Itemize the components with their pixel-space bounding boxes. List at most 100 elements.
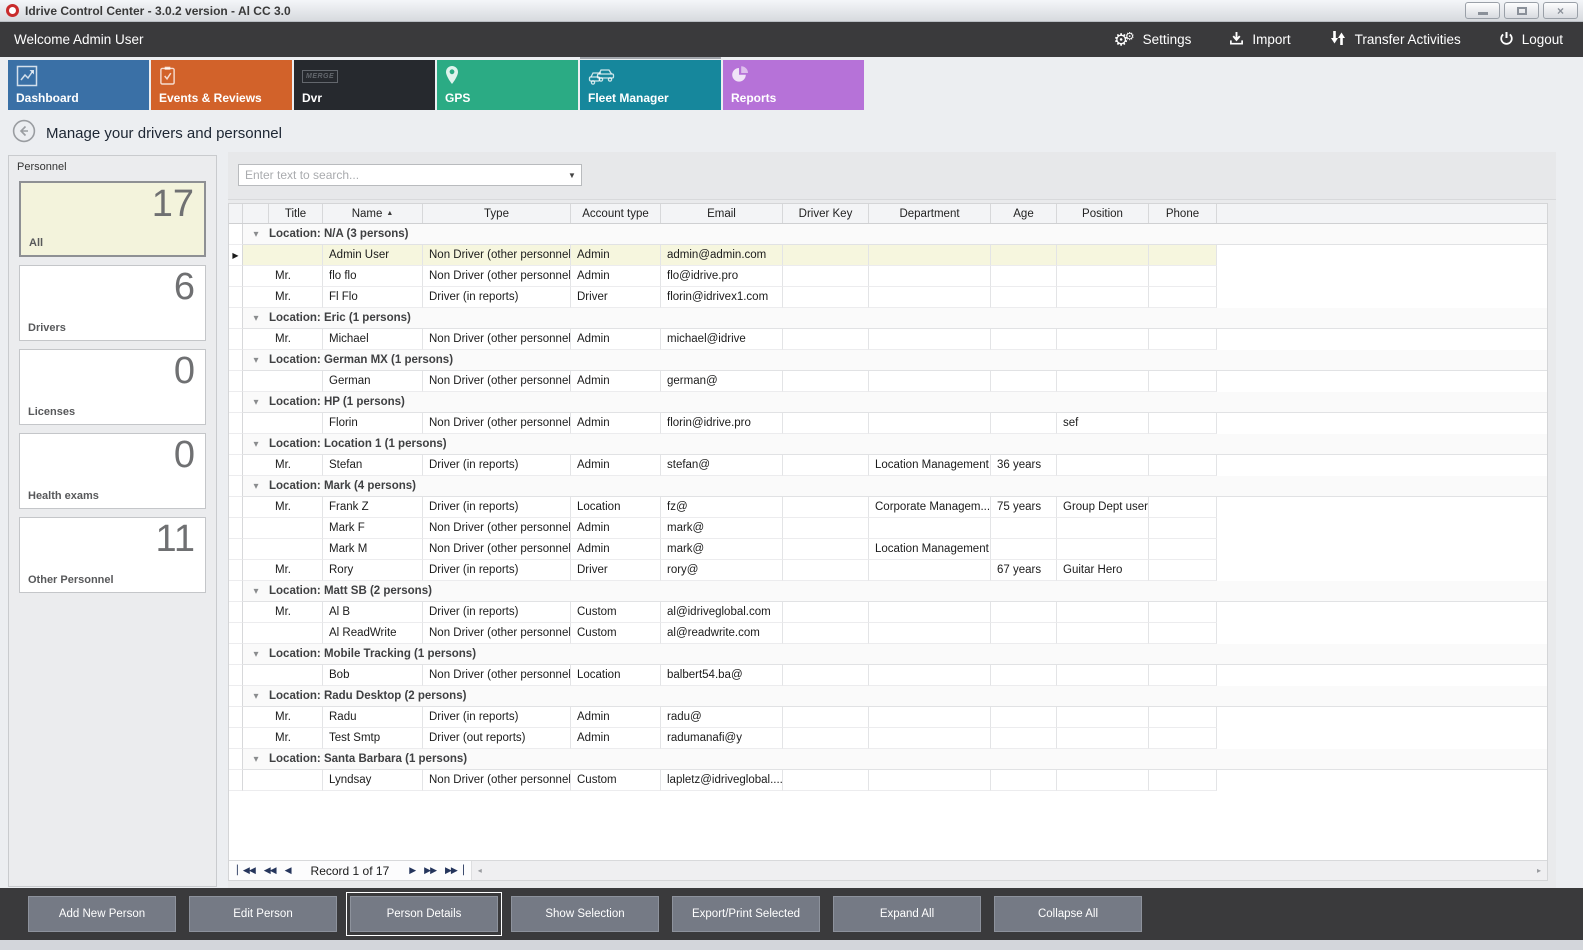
column-header-driver-key[interactable]: Driver Key bbox=[783, 204, 869, 223]
edit-person-button[interactable]: Edit Person bbox=[189, 896, 337, 932]
table-row[interactable]: Mark FNon Driver (other personnel)Adminm… bbox=[229, 518, 1547, 539]
collapse-icon[interactable]: ▾ bbox=[243, 439, 269, 450]
show-selection-button[interactable]: Show Selection bbox=[511, 896, 659, 932]
table-row[interactable]: Mr.RaduDriver (in reports)Adminradu@ bbox=[229, 707, 1547, 728]
nav-next-icon[interactable]: ▶ bbox=[409, 865, 415, 876]
group-row[interactable]: ▾Location: Eric (1 persons) bbox=[229, 308, 1547, 329]
scroll-right-icon[interactable]: ▸ bbox=[1531, 861, 1547, 880]
cell-email: radu@ bbox=[661, 707, 783, 728]
column-header-type[interactable]: Type bbox=[423, 204, 571, 223]
maximize-button[interactable] bbox=[1504, 2, 1539, 19]
group-row[interactable]: ▾Location: Matt SB (2 persons) bbox=[229, 581, 1547, 602]
expand-all-button[interactable]: Expand All bbox=[833, 896, 981, 932]
group-row[interactable]: ▾Location: Mark (4 persons) bbox=[229, 476, 1547, 497]
column-header-title[interactable]: Title bbox=[269, 204, 323, 223]
table-row[interactable]: Mr.Test SmtpDriver (out reports)Adminrad… bbox=[229, 728, 1547, 749]
column-header-phone[interactable]: Phone bbox=[1149, 204, 1217, 223]
person-details-button[interactable]: Person Details bbox=[350, 896, 498, 932]
table-row[interactable]: FlorinNon Driver (other personnel)Adminf… bbox=[229, 413, 1547, 434]
cell-account-type: Location bbox=[571, 497, 661, 518]
table-row[interactable]: GermanNon Driver (other personnel)Adming… bbox=[229, 371, 1547, 392]
collapse-icon[interactable]: ▾ bbox=[243, 481, 269, 492]
nav-prev-page-icon[interactable]: ◀◀ bbox=[264, 865, 276, 876]
search-input[interactable] bbox=[239, 168, 563, 182]
nav-last-icon[interactable]: ▶▶▕ bbox=[445, 865, 463, 876]
cell-department bbox=[869, 329, 991, 350]
table-row[interactable]: Mr.MichaelNon Driver (other personnel)Ad… bbox=[229, 329, 1547, 350]
column-header-email[interactable]: Email bbox=[661, 204, 783, 223]
cell-position: Group Dept user bbox=[1057, 497, 1149, 518]
card-count: 11 bbox=[156, 518, 195, 561]
minimize-button[interactable] bbox=[1465, 2, 1500, 19]
table-row[interactable]: Mr.Fl FloDriver (in reports)Driverflorin… bbox=[229, 287, 1547, 308]
footer-button-bar: Add New Person Edit Person Person Details S… bbox=[0, 888, 1583, 940]
table-row[interactable]: Mr.flo floNon Driver (other personnel)Ad… bbox=[229, 266, 1547, 287]
cell-phone bbox=[1149, 413, 1217, 434]
transfer-activities-action[interactable]: Transfer Activities bbox=[1329, 30, 1461, 49]
table-row[interactable]: Mr.Frank ZDriver (in reports)Locationfz@… bbox=[229, 497, 1547, 518]
settings-action[interactable]: ⚙⚙Settings bbox=[1114, 30, 1192, 49]
nav-tile-events-reviews[interactable]: Events & Reviews bbox=[151, 60, 292, 110]
app-window: Idrive Control Center - 3.0.2 version - … bbox=[0, 0, 1583, 950]
column-header-age[interactable]: Age bbox=[991, 204, 1057, 223]
table-row[interactable]: ▶Admin UserNon Driver (other personnel)A… bbox=[229, 245, 1547, 266]
collapse-icon[interactable]: ▾ bbox=[243, 355, 269, 366]
group-row[interactable]: ▾Location: Radu Desktop (2 persons) bbox=[229, 686, 1547, 707]
table-row[interactable]: LyndsayNon Driver (other personnel)Custo… bbox=[229, 770, 1547, 791]
welcome-text: Welcome Admin User bbox=[14, 32, 144, 47]
group-row[interactable]: ▾Location: German MX (1 persons) bbox=[229, 350, 1547, 371]
collapse-icon[interactable]: ▾ bbox=[243, 229, 269, 240]
table-row[interactable]: Mr.Al BDriver (in reports)Customal@idriv… bbox=[229, 602, 1547, 623]
nav-tile-gps[interactable]: GPS bbox=[437, 60, 578, 110]
nav-tile-dvr[interactable]: MERGEDvr bbox=[294, 60, 435, 110]
chevron-down-icon[interactable]: ▼ bbox=[563, 171, 581, 180]
column-header-position[interactable]: Position bbox=[1057, 204, 1149, 223]
back-button[interactable] bbox=[12, 119, 36, 148]
column-header-name[interactable]: Name▲ bbox=[323, 204, 423, 223]
group-row[interactable]: ▾Location: Santa Barbara (1 persons) bbox=[229, 749, 1547, 770]
minimize-icon bbox=[1478, 12, 1488, 15]
group-row[interactable]: ▾Location: Mobile Tracking (1 persons) bbox=[229, 644, 1547, 665]
cell-phone bbox=[1149, 455, 1217, 476]
table-row[interactable]: Mark MNon Driver (other personnel)Adminm… bbox=[229, 539, 1547, 560]
import-action[interactable]: Import bbox=[1229, 31, 1290, 49]
nav-tile-fleet-manager[interactable]: Fleet Manager bbox=[580, 60, 721, 110]
close-button[interactable]: × bbox=[1543, 2, 1578, 19]
collapse-icon[interactable]: ▾ bbox=[243, 397, 269, 408]
collapse-icon[interactable]: ▾ bbox=[243, 313, 269, 324]
personnel-card-other-personnel[interactable]: 11Other Personnel bbox=[19, 517, 206, 593]
nav-next-page-icon[interactable]: ▶▶ bbox=[424, 865, 436, 876]
collapse-icon[interactable]: ▾ bbox=[243, 754, 269, 765]
nav-first-icon[interactable]: ▏◀◀ bbox=[237, 865, 255, 876]
group-row[interactable]: ▾Location: HP (1 persons) bbox=[229, 392, 1547, 413]
group-row[interactable]: ▾Location: Location 1 (1 persons) bbox=[229, 434, 1547, 455]
personnel-card-health-exams[interactable]: 0Health exams bbox=[19, 433, 206, 509]
cell-title: Mr. bbox=[269, 560, 323, 581]
nav-prev-icon[interactable]: ◀ bbox=[285, 865, 291, 876]
column-header-account-type[interactable]: Account type bbox=[571, 204, 661, 223]
group-row[interactable]: ▾Location: N/A (3 persons) bbox=[229, 224, 1547, 245]
table-row[interactable]: Al ReadWriteNon Driver (other personnel)… bbox=[229, 623, 1547, 644]
cell-department bbox=[869, 245, 991, 266]
collapse-icon[interactable]: ▾ bbox=[243, 586, 269, 597]
personnel-card-all[interactable]: 17All bbox=[19, 181, 206, 257]
collapse-icon[interactable]: ▾ bbox=[243, 649, 269, 660]
horizontal-scrollbar[interactable]: ◂ ▸ bbox=[471, 861, 1547, 880]
personnel-card-drivers[interactable]: 6Drivers bbox=[19, 265, 206, 341]
cell-driver-key bbox=[783, 497, 869, 518]
export-print-selected-button[interactable]: Export/Print Selected bbox=[672, 896, 820, 932]
column-header-department[interactable]: Department bbox=[869, 204, 991, 223]
nav-tile-reports[interactable]: Reports bbox=[723, 60, 864, 110]
add-new-person-button[interactable]: Add New Person bbox=[28, 896, 176, 932]
table-row[interactable]: BobNon Driver (other personnel)Locationb… bbox=[229, 665, 1547, 686]
personnel-card-licenses[interactable]: 0Licenses bbox=[19, 349, 206, 425]
table-row[interactable]: Mr.StefanDriver (in reports)Adminstefan@… bbox=[229, 455, 1547, 476]
nav-tile-dashboard[interactable]: Dashboard bbox=[8, 60, 149, 110]
scroll-left-icon[interactable]: ◂ bbox=[472, 861, 488, 880]
cell-age: 67 years bbox=[991, 560, 1057, 581]
logout-action[interactable]: Logout bbox=[1499, 31, 1563, 49]
cell-department bbox=[869, 623, 991, 644]
collapse-all-button[interactable]: Collapse All bbox=[994, 896, 1142, 932]
collapse-icon[interactable]: ▾ bbox=[243, 691, 269, 702]
table-row[interactable]: Mr.RoryDriver (in reports)Driverrory@67 … bbox=[229, 560, 1547, 581]
